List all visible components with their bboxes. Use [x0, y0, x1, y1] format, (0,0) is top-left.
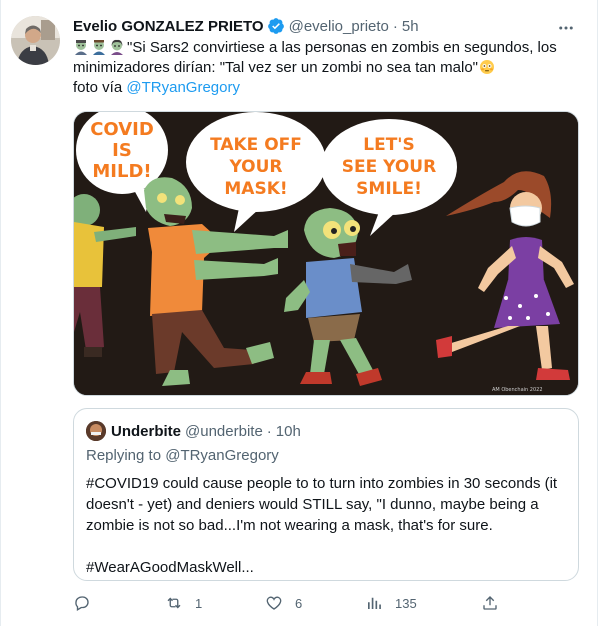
bubble1-line3: MILD! [92, 161, 151, 182]
quoted-timestamp[interactable]: 10h [276, 423, 301, 440]
bubble3-line1: LET'S [363, 135, 415, 155]
reply-icon [75, 596, 89, 611]
tweet-text-line-2-content: minimizadores dirían: "Tal vez ser un zo… [73, 59, 478, 76]
share-button[interactable] [481, 594, 511, 612]
author-name[interactable]: Evelio GONZALEZ PRIETO [73, 18, 264, 35]
zombie-cartoon-illustration: COVID IS MILD! TAKE OFF YOUR MASK! LET'S… [74, 112, 578, 395]
bubble3-line3: SMILE! [356, 179, 422, 199]
views-chart-icon [368, 597, 381, 609]
verified-badge-icon [267, 18, 284, 34]
quoted-text-spacer [86, 536, 570, 557]
quoted-text-line-2: doesn't - yet) and deniers would STILL s… [86, 496, 539, 513]
quoted-header-separator: · [266, 422, 272, 440]
quoted-tweet-text: #COVID19 could cause people to to turn i… [86, 473, 570, 578]
tweet-text-line-3: foto vía @TRyanGregory [73, 78, 583, 98]
tweet-text-line-2: minimizadores dirían: "Tal vez ser un zo… [73, 58, 583, 78]
quoted-tweet[interactable]: Underbite @underbite · 10h Replying to @… [73, 408, 579, 581]
bubble2-line2: YOUR [228, 157, 282, 177]
retweet-count: 1 [195, 595, 203, 611]
retweet-icon [167, 597, 181, 609]
bubble2-line1: TAKE OFF [210, 135, 302, 155]
bubble2-line3: MASK! [224, 179, 287, 199]
zombie-man-emoji-icon [75, 40, 87, 55]
header-separator: · [392, 17, 398, 35]
quoted-text-line-3: zombie is not so bad...I'm not wearing a… [86, 517, 493, 534]
quoted-avatar[interactable] [86, 421, 106, 441]
share-icon [483, 596, 497, 610]
tweet-image[interactable]: COVID IS MILD! TAKE OFF YOUR MASK! LET'S… [73, 111, 579, 396]
like-count: 6 [295, 595, 303, 611]
heart-icon [266, 596, 282, 610]
reply-button[interactable] [73, 594, 103, 612]
quoted-text-line-4: #WearAGoodMaskWell... [86, 559, 254, 576]
quoted-tweet-header: Underbite @underbite · 10h [86, 421, 301, 441]
zombie-woman-emoji-icon [111, 39, 123, 55]
tweet-timestamp[interactable]: 5h [402, 18, 419, 35]
bubble1-line1: COVID [90, 119, 154, 140]
mention-link[interactable]: @TRyanGregory [126, 79, 240, 96]
photo-credit-prefix: foto vía [73, 79, 127, 96]
bubble1-line2: IS [112, 140, 132, 161]
like-button[interactable]: 6 [265, 594, 302, 612]
tweet-text-line-1-content: "Si Sars2 convirtiese a las personas en … [127, 39, 557, 56]
tweet-header: Evelio GONZALEZ PRIETO @evelio_prieto · … [73, 16, 419, 36]
views-button[interactable]: 135 [365, 594, 417, 612]
quoted-author-handle[interactable]: @underbite [185, 423, 263, 440]
quoted-author-name[interactable]: Underbite [111, 423, 181, 440]
avatar[interactable] [11, 16, 60, 65]
flushed-face-emoji-icon [480, 60, 494, 74]
tweet-text: "Si Sars2 convirtiese a las personas en … [73, 38, 583, 98]
tweet-card[interactable]: Evelio GONZALEZ PRIETO @evelio_prieto · … [0, 0, 598, 626]
tweet-text-line-1: "Si Sars2 convirtiese a las personas en … [73, 38, 583, 58]
zombie-emoji-icon [93, 40, 105, 55]
bubble3-line2: SEE YOUR [342, 157, 436, 177]
image-credit: AM Obenchain 2022 [492, 387, 543, 393]
tweet-actions: 1 6 135 [73, 594, 503, 616]
retweet-button[interactable]: 1 [165, 594, 202, 612]
author-handle[interactable]: @evelio_prieto [289, 18, 389, 35]
quoted-text-line-1: #COVID19 could cause people to to turn i… [86, 475, 558, 492]
replying-to-label: Replying to @TRyanGregory [86, 447, 279, 464]
more-options-icon[interactable] [557, 19, 575, 37]
views-count: 135 [395, 595, 417, 611]
